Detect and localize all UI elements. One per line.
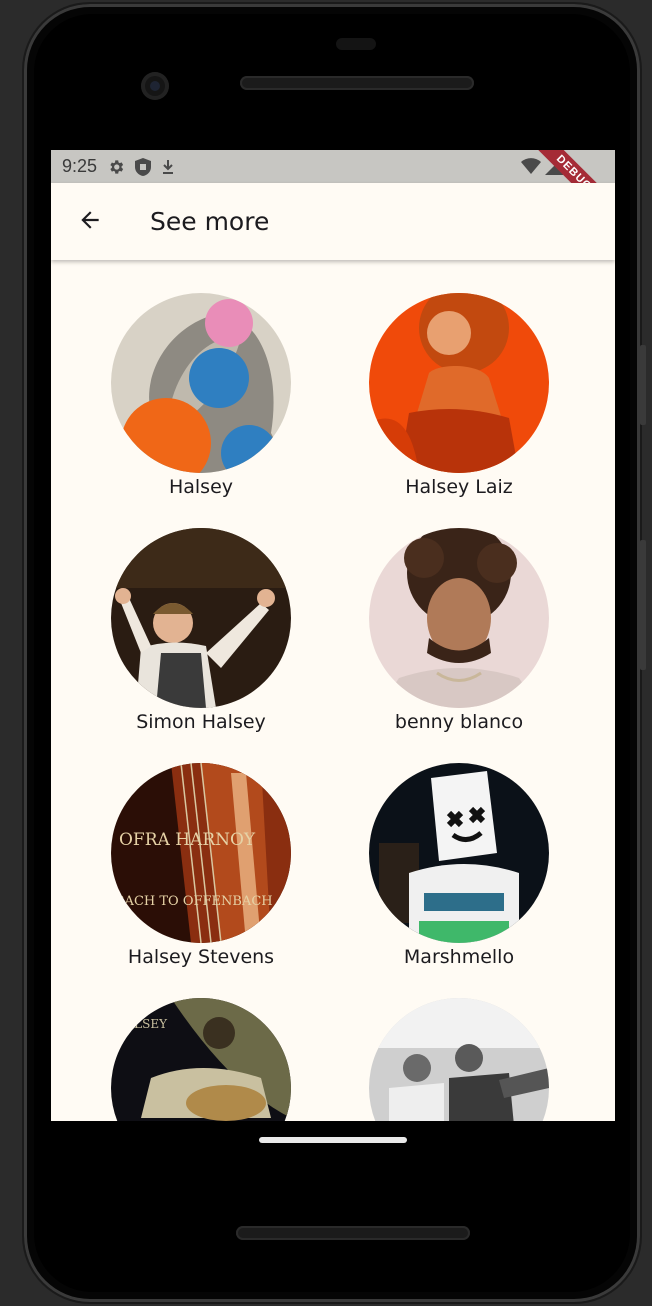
power-button: [640, 540, 646, 670]
front-camera: [141, 72, 169, 100]
arrow-back-icon: [77, 207, 103, 237]
album-text-small: HALSEY: [115, 1017, 168, 1031]
artist-avatar: [369, 528, 549, 708]
artist-card-8[interactable]: [344, 998, 574, 1121]
artist-card-halsey[interactable]: Halsey: [86, 293, 316, 513]
artist-card-7[interactable]: HALSEY: [86, 998, 316, 1121]
artist-avatar: [111, 528, 291, 708]
artist-name: Halsey: [168, 476, 234, 498]
artist-avatar: OFRA HARNOY BACH TO OFFENBACH: [111, 763, 291, 943]
artist-avatar: [369, 293, 549, 473]
wifi-icon: [521, 157, 541, 179]
home-indicator[interactable]: [259, 1137, 407, 1143]
artist-card-benny-blanco[interactable]: benny blanco: [344, 528, 574, 748]
artist-name: Marshmello: [403, 946, 515, 968]
artist-card-marshmello[interactable]: Marshmello: [344, 763, 574, 983]
artist-avatar: [369, 763, 549, 943]
app-bar: See more: [51, 183, 615, 260]
artist-card-halsey-stevens[interactable]: OFRA HARNOY BACH TO OFFENBACH Halsey Ste…: [86, 763, 316, 983]
back-button[interactable]: [62, 194, 118, 250]
page-title: See more: [150, 207, 270, 236]
shield-icon: [135, 157, 152, 176]
sensor-slot: [336, 38, 376, 50]
artist-avatar: [369, 998, 549, 1121]
artist-name: Simon Halsey: [136, 711, 266, 733]
album-text-line2: BACH TO OFFENBACH: [115, 894, 273, 909]
artist-grid: Halsey Halsey Laiz Simon Halsey benny bl…: [51, 260, 615, 1121]
settings-gear-icon: [107, 158, 125, 176]
artist-avatar: HALSEY: [111, 998, 291, 1121]
bottom-speaker: [236, 1226, 470, 1240]
artist-avatar: [111, 293, 291, 473]
volume-button: [640, 345, 646, 425]
artist-name: Halsey Laiz: [405, 476, 513, 498]
artist-card-halsey-laiz[interactable]: Halsey Laiz: [344, 293, 574, 513]
album-text-line1: OFRA HARNOY: [119, 830, 256, 850]
status-time: 9:25: [62, 156, 98, 176]
artist-name: Halsey Stevens: [127, 946, 275, 968]
artist-name: benny blanco: [394, 711, 524, 733]
earpiece-speaker: [240, 76, 474, 90]
app-screen: 9:25 DEBUG See more Halsey Halsey Laiz S…: [51, 150, 615, 1121]
status-bar: 9:25 DEBUG: [51, 150, 615, 233]
download-arrow-icon: [161, 159, 175, 175]
artist-card-simon-halsey[interactable]: Simon Halsey: [86, 528, 316, 748]
